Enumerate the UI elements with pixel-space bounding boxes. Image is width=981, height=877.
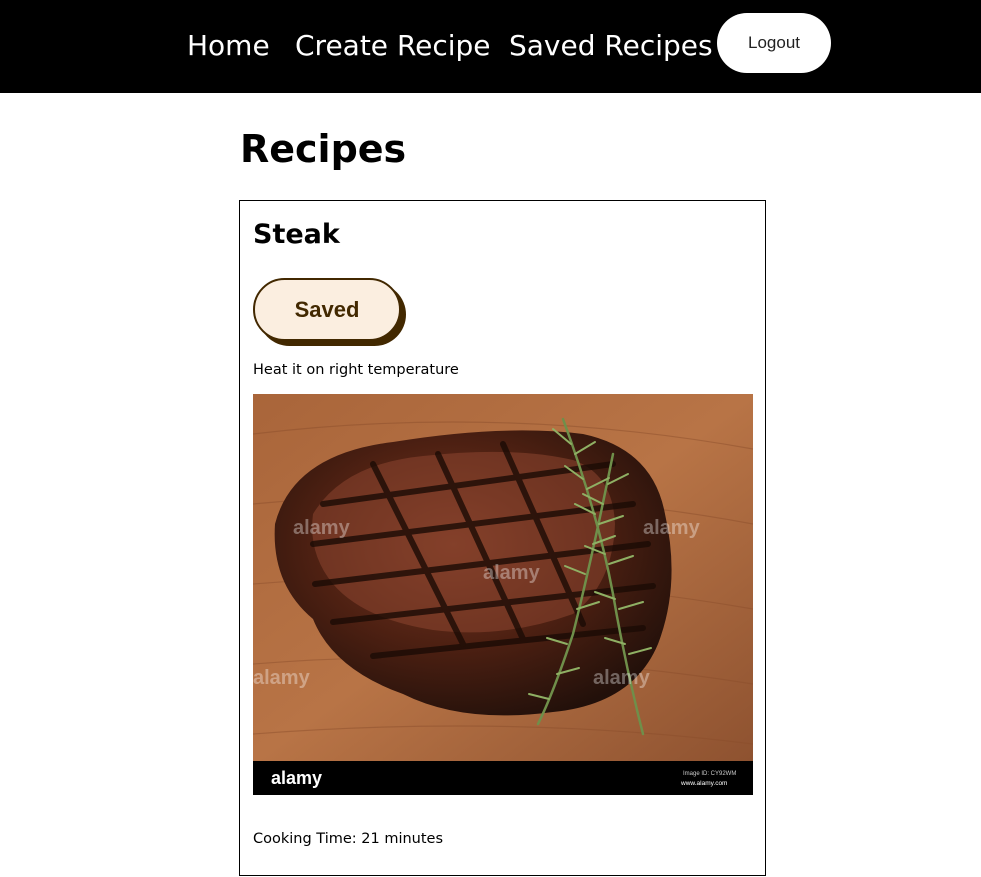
nav-link-saved-recipes[interactable]: Saved Recipes	[509, 26, 713, 66]
watermark-text: alamy	[293, 517, 351, 539]
recipe-name: Steak	[253, 219, 340, 250]
nav-link-home[interactable]: Home	[187, 26, 270, 66]
image-footer-logo: alamy	[271, 768, 322, 788]
recipe-instructions: Heat it on right temperature	[253, 362, 459, 378]
image-id-text: Image ID: CY92WM	[683, 771, 736, 777]
watermark-text: alamy	[253, 667, 311, 689]
recipe-image: alamy alamy alamy alamy alamy alamy Imag…	[253, 394, 753, 795]
watermark-text: alamy	[643, 517, 701, 539]
nav-link-create-recipe[interactable]: Create Recipe	[295, 26, 491, 66]
page-title: Recipes	[240, 127, 407, 171]
logout-button[interactable]: Logout	[717, 13, 831, 73]
watermark-text: alamy	[483, 562, 541, 584]
save-recipe-button[interactable]: Saved	[253, 278, 401, 341]
image-site-text: www.alamy.com	[680, 780, 727, 787]
watermark-text: alamy	[593, 667, 651, 689]
recipe-card: Steak Saved Heat it on right temperature	[239, 200, 766, 876]
cooking-time: Cooking Time: 21 minutes	[253, 831, 444, 847]
navbar: Home Create Recipe Saved Recipes Logout	[0, 0, 981, 93]
